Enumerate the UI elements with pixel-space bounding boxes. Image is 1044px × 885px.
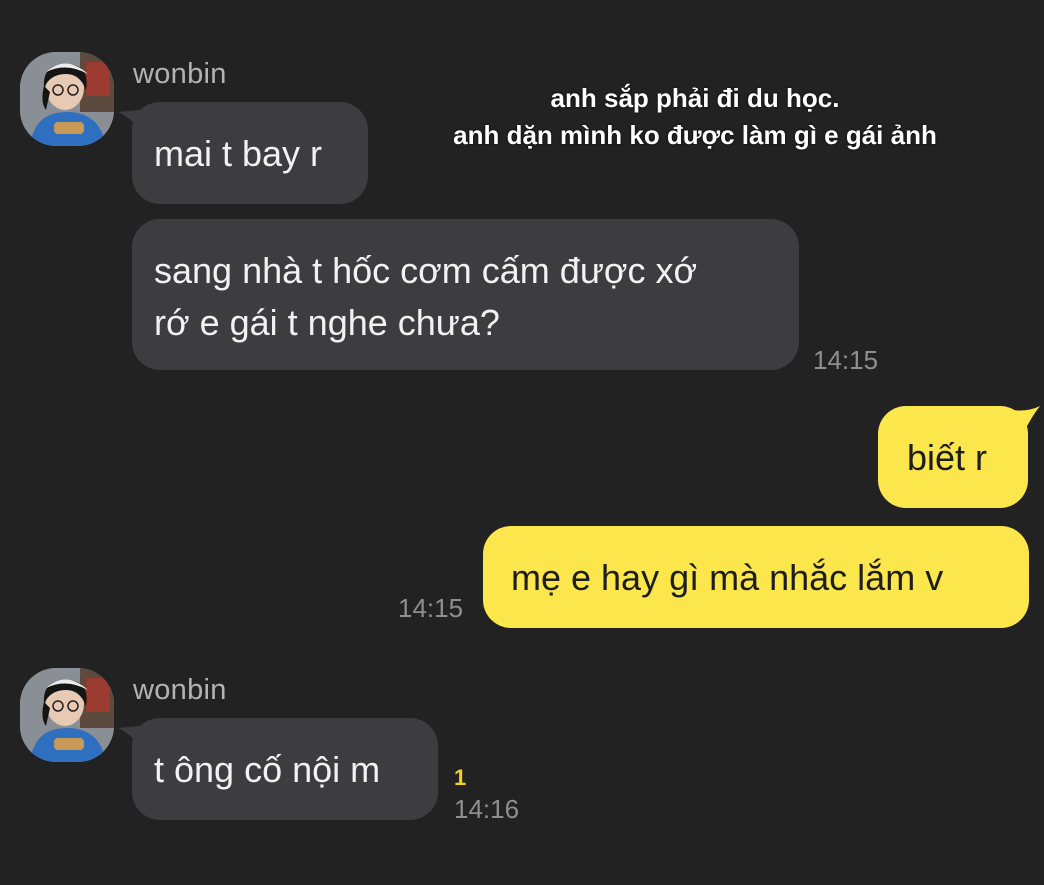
message-timestamp: 14:15 [398, 593, 464, 623]
bubble-tail [1012, 406, 1040, 432]
chat-screen: anh sắp phải đi du học. anh dặn mình ko … [0, 0, 1044, 885]
bubble-tail [118, 110, 140, 132]
message-bubble-incoming[interactable]: t ông cố nội m [132, 718, 438, 820]
message-timestamp: 14:15 [813, 345, 879, 375]
unread-count: 1 [454, 765, 467, 790]
message-text-line: sang nhà t hốc cơm cấm được xớ [154, 250, 698, 291]
caption-line-1: anh sắp phải đi du học. [550, 83, 840, 113]
message-text: mẹ e hay gì mà nhắc lắm v [511, 557, 944, 598]
message-text: mai t bay r [154, 133, 323, 174]
sender-name: wonbin [133, 58, 227, 90]
message-bubble-outgoing[interactable]: biết r [878, 406, 1028, 508]
caption-overlay: anh sắp phải đi du học. anh dặn mình ko … [420, 80, 970, 154]
bubble-tail [118, 726, 140, 748]
avatar[interactable] [20, 668, 114, 762]
profile-photo [20, 52, 114, 146]
sender-name: wonbin [133, 674, 227, 706]
caption-line-2: anh dặn mình ko được làm gì e gái ảnh [453, 120, 937, 150]
avatar[interactable] [20, 52, 114, 146]
message-bubble-outgoing[interactable]: mẹ e hay gì mà nhắc lắm v [483, 526, 1029, 628]
message-bubble-incoming[interactable]: sang nhà t hốc cơm cấm được xớ rớ e gái … [132, 219, 799, 370]
message-text-line: rớ e gái t nghe chưa? [154, 302, 500, 343]
message-text: biết r [907, 437, 988, 478]
message-timestamp: 14:16 [454, 794, 520, 824]
profile-photo [20, 668, 114, 762]
message-text: t ông cố nội m [154, 749, 381, 790]
message-bubble-incoming[interactable]: mai t bay r [132, 102, 368, 204]
